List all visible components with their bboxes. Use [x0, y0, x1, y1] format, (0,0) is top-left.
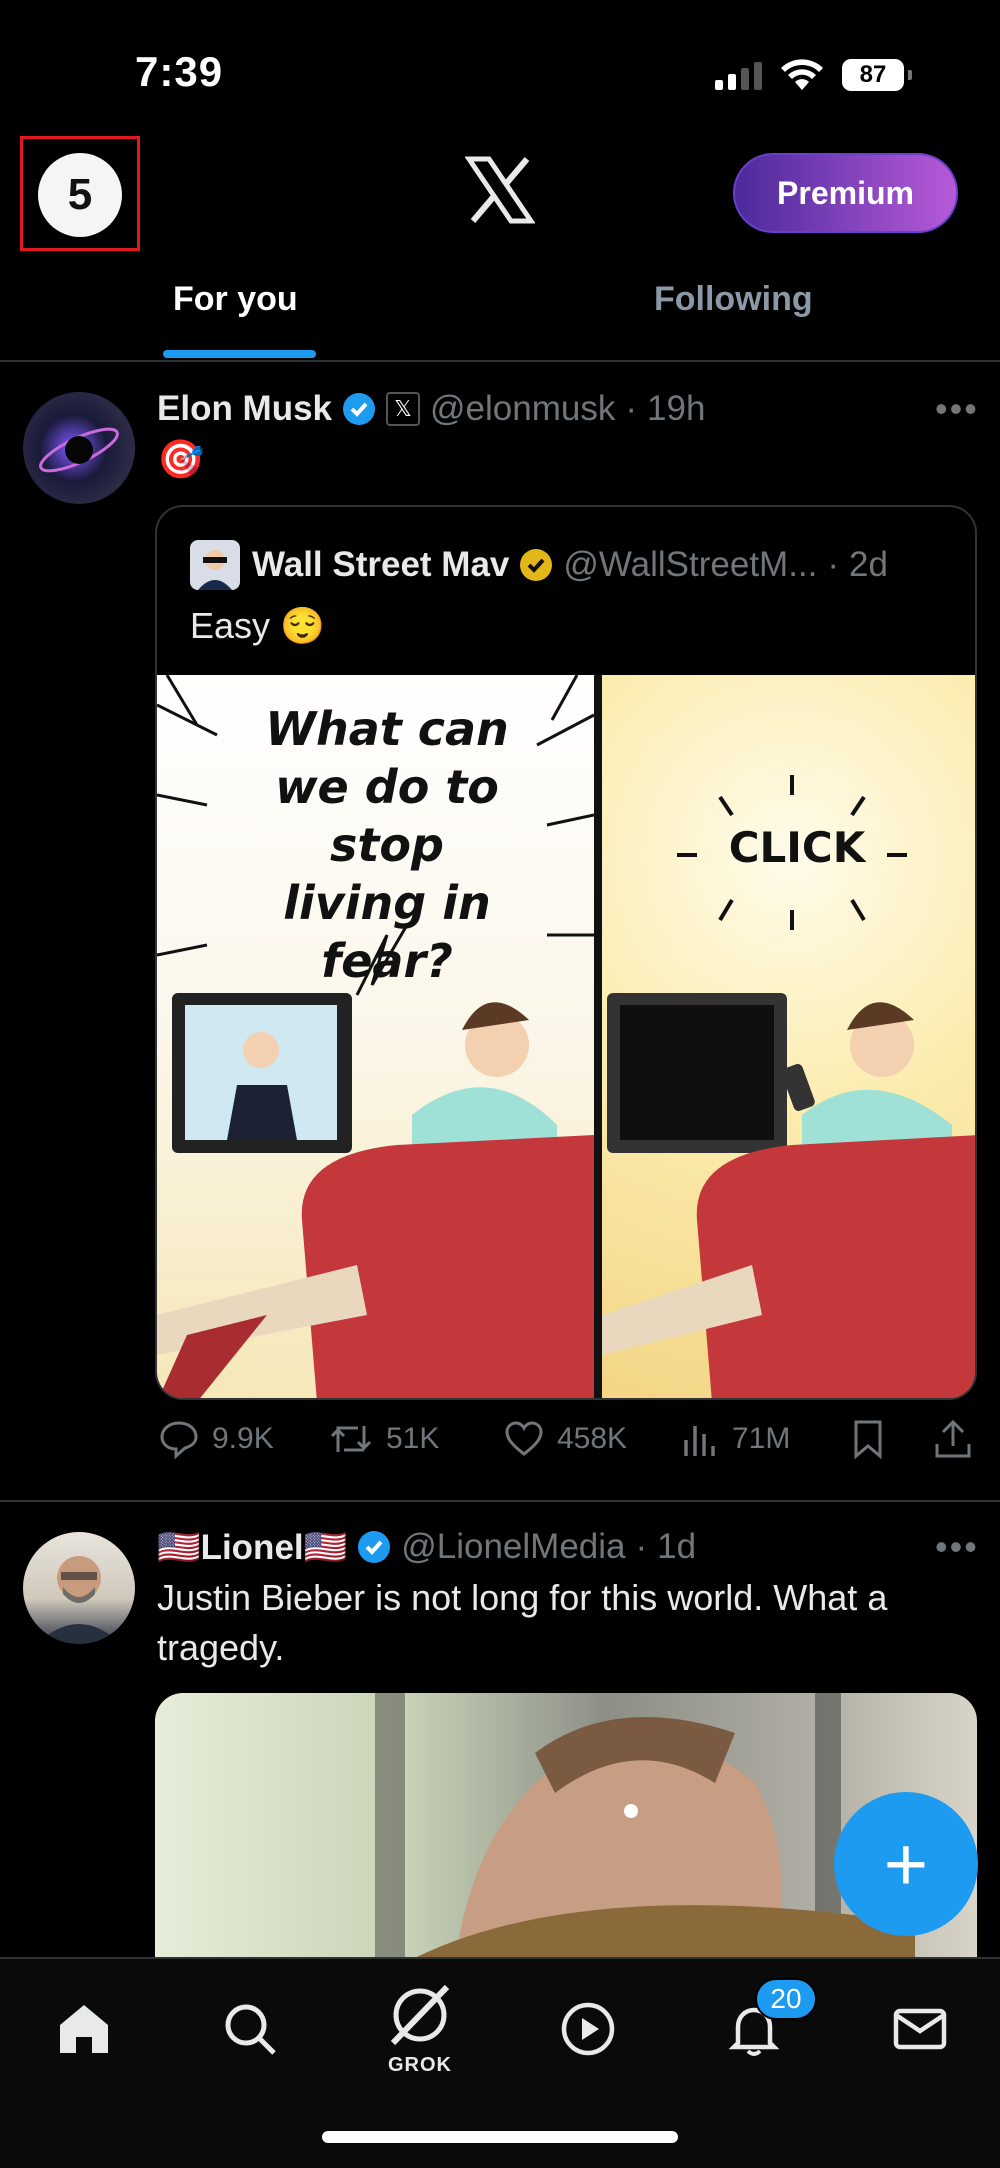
- dot-separator: ·: [625, 389, 638, 428]
- grok-button[interactable]: GROK: [375, 1979, 465, 2079]
- like-count: 458K: [557, 1422, 628, 1455]
- tab-for-you[interactable]: For you: [173, 280, 298, 319]
- grok-label: GROK: [388, 2054, 452, 2076]
- quote-author-name: Wall Street Mav: [252, 545, 510, 584]
- author-name[interactable]: Elon Musk: [157, 389, 332, 429]
- home-icon[interactable]: [54, 1999, 114, 2059]
- premium-button[interactable]: Premium: [733, 153, 958, 233]
- repost-count: 51K: [386, 1422, 440, 1455]
- wifi-icon: [781, 59, 823, 90]
- video-play-icon[interactable]: [558, 1999, 618, 2059]
- author-name[interactable]: 🇺🇸Lionel🇺🇸: [157, 1527, 347, 1568]
- bookmark-button[interactable]: [850, 1418, 886, 1460]
- repost-button[interactable]: 51K: [328, 1418, 439, 1460]
- share-icon: [935, 1419, 971, 1458]
- post-text: Justin Bieber is not long for this world…: [157, 1577, 888, 1668]
- post-time: 1d: [657, 1527, 697, 1566]
- black-hole-image: [39, 427, 119, 473]
- post-actions: 9.9K 51K 458K 71M: [158, 1418, 978, 1468]
- lionel-portrait-image: [37, 1556, 121, 1644]
- share-button[interactable]: [933, 1418, 973, 1460]
- battery-indicator: 87: [842, 59, 912, 91]
- views-count: 71M: [732, 1422, 791, 1455]
- reply-count: 9.9K: [212, 1422, 274, 1455]
- author-handle: @LionelMedia: [401, 1527, 626, 1566]
- verified-badge-icon: [358, 1531, 391, 1563]
- reply-button[interactable]: 9.9K: [158, 1418, 274, 1460]
- compose-post-button[interactable]: +: [834, 1792, 978, 1936]
- post-divider: [0, 1500, 1000, 1502]
- post-time: 19h: [647, 389, 706, 428]
- dot-separator: ·: [827, 545, 840, 584]
- grok-icon: [390, 1984, 450, 2046]
- comic-left-caption: What can we do to stop living in fear?: [265, 702, 509, 988]
- wall-street-mav-avatar: [190, 540, 240, 590]
- views-icon: [684, 1426, 715, 1456]
- quote-author-handle: @WallStreetM...: [563, 545, 818, 584]
- quote-header: Wall Street Mav @WallStreetM... · 2d: [252, 537, 888, 593]
- dot-separator: ·: [635, 1527, 648, 1566]
- post-text: 🎯: [157, 439, 205, 481]
- post-header: 🇺🇸Lionel🇺🇸 @LionelMedia · 1d: [157, 1523, 696, 1571]
- views-button[interactable]: 71M: [680, 1418, 790, 1460]
- profile-avatar-button[interactable]: 5: [38, 153, 122, 237]
- profile-badge-number: 5: [67, 170, 93, 219]
- bookmark-icon: [854, 1420, 882, 1460]
- comic-right-caption: CLICK: [728, 823, 866, 872]
- status-time: 7:39: [135, 48, 224, 95]
- repost-icon: [330, 1426, 372, 1452]
- reply-icon: [160, 1421, 198, 1460]
- elon-musk-avatar[interactable]: [23, 392, 135, 504]
- home-indicator-bar: [322, 2131, 678, 2143]
- more-options-icon[interactable]: •••: [935, 1526, 979, 1568]
- comic-left-panel: What can we do to stop living in fear?: [157, 675, 594, 1398]
- post-header: Elon Musk 𝕏 @elonmusk · 19h: [157, 385, 705, 433]
- x-affiliate-badge-icon: 𝕏: [386, 392, 421, 426]
- lionel-avatar[interactable]: [23, 1532, 135, 1644]
- status-icons: 87: [715, 55, 912, 95]
- like-button[interactable]: 458K: [503, 1418, 627, 1460]
- quote-time: 2d: [849, 545, 888, 584]
- verified-badge-icon: [343, 393, 376, 425]
- quote-text: Easy 😌: [190, 605, 325, 646]
- quoted-post-card[interactable]: Wall Street Mav @WallStreetM... · 2d Eas…: [155, 505, 977, 1400]
- search-icon[interactable]: [220, 1999, 280, 2059]
- comic-right-drawing: [602, 775, 975, 1398]
- messages-envelope-icon[interactable]: [890, 1999, 950, 2059]
- comic-image[interactable]: What can we do to stop living in fear? C…: [157, 675, 975, 1398]
- author-handle: @elonmusk: [430, 389, 616, 428]
- heart-icon: [505, 1421, 543, 1456]
- header-divider: [0, 360, 1000, 362]
- comic-right-panel: CLICK: [602, 675, 975, 1398]
- gold-verified-badge-icon: [520, 549, 553, 581]
- more-options-icon[interactable]: •••: [935, 388, 979, 430]
- cellular-signal-icon: [715, 60, 762, 90]
- x-logo-icon: [465, 156, 535, 224]
- tab-following[interactable]: Following: [654, 280, 813, 319]
- active-tab-indicator: [163, 350, 316, 358]
- notifications-badge: 20: [755, 1978, 817, 2020]
